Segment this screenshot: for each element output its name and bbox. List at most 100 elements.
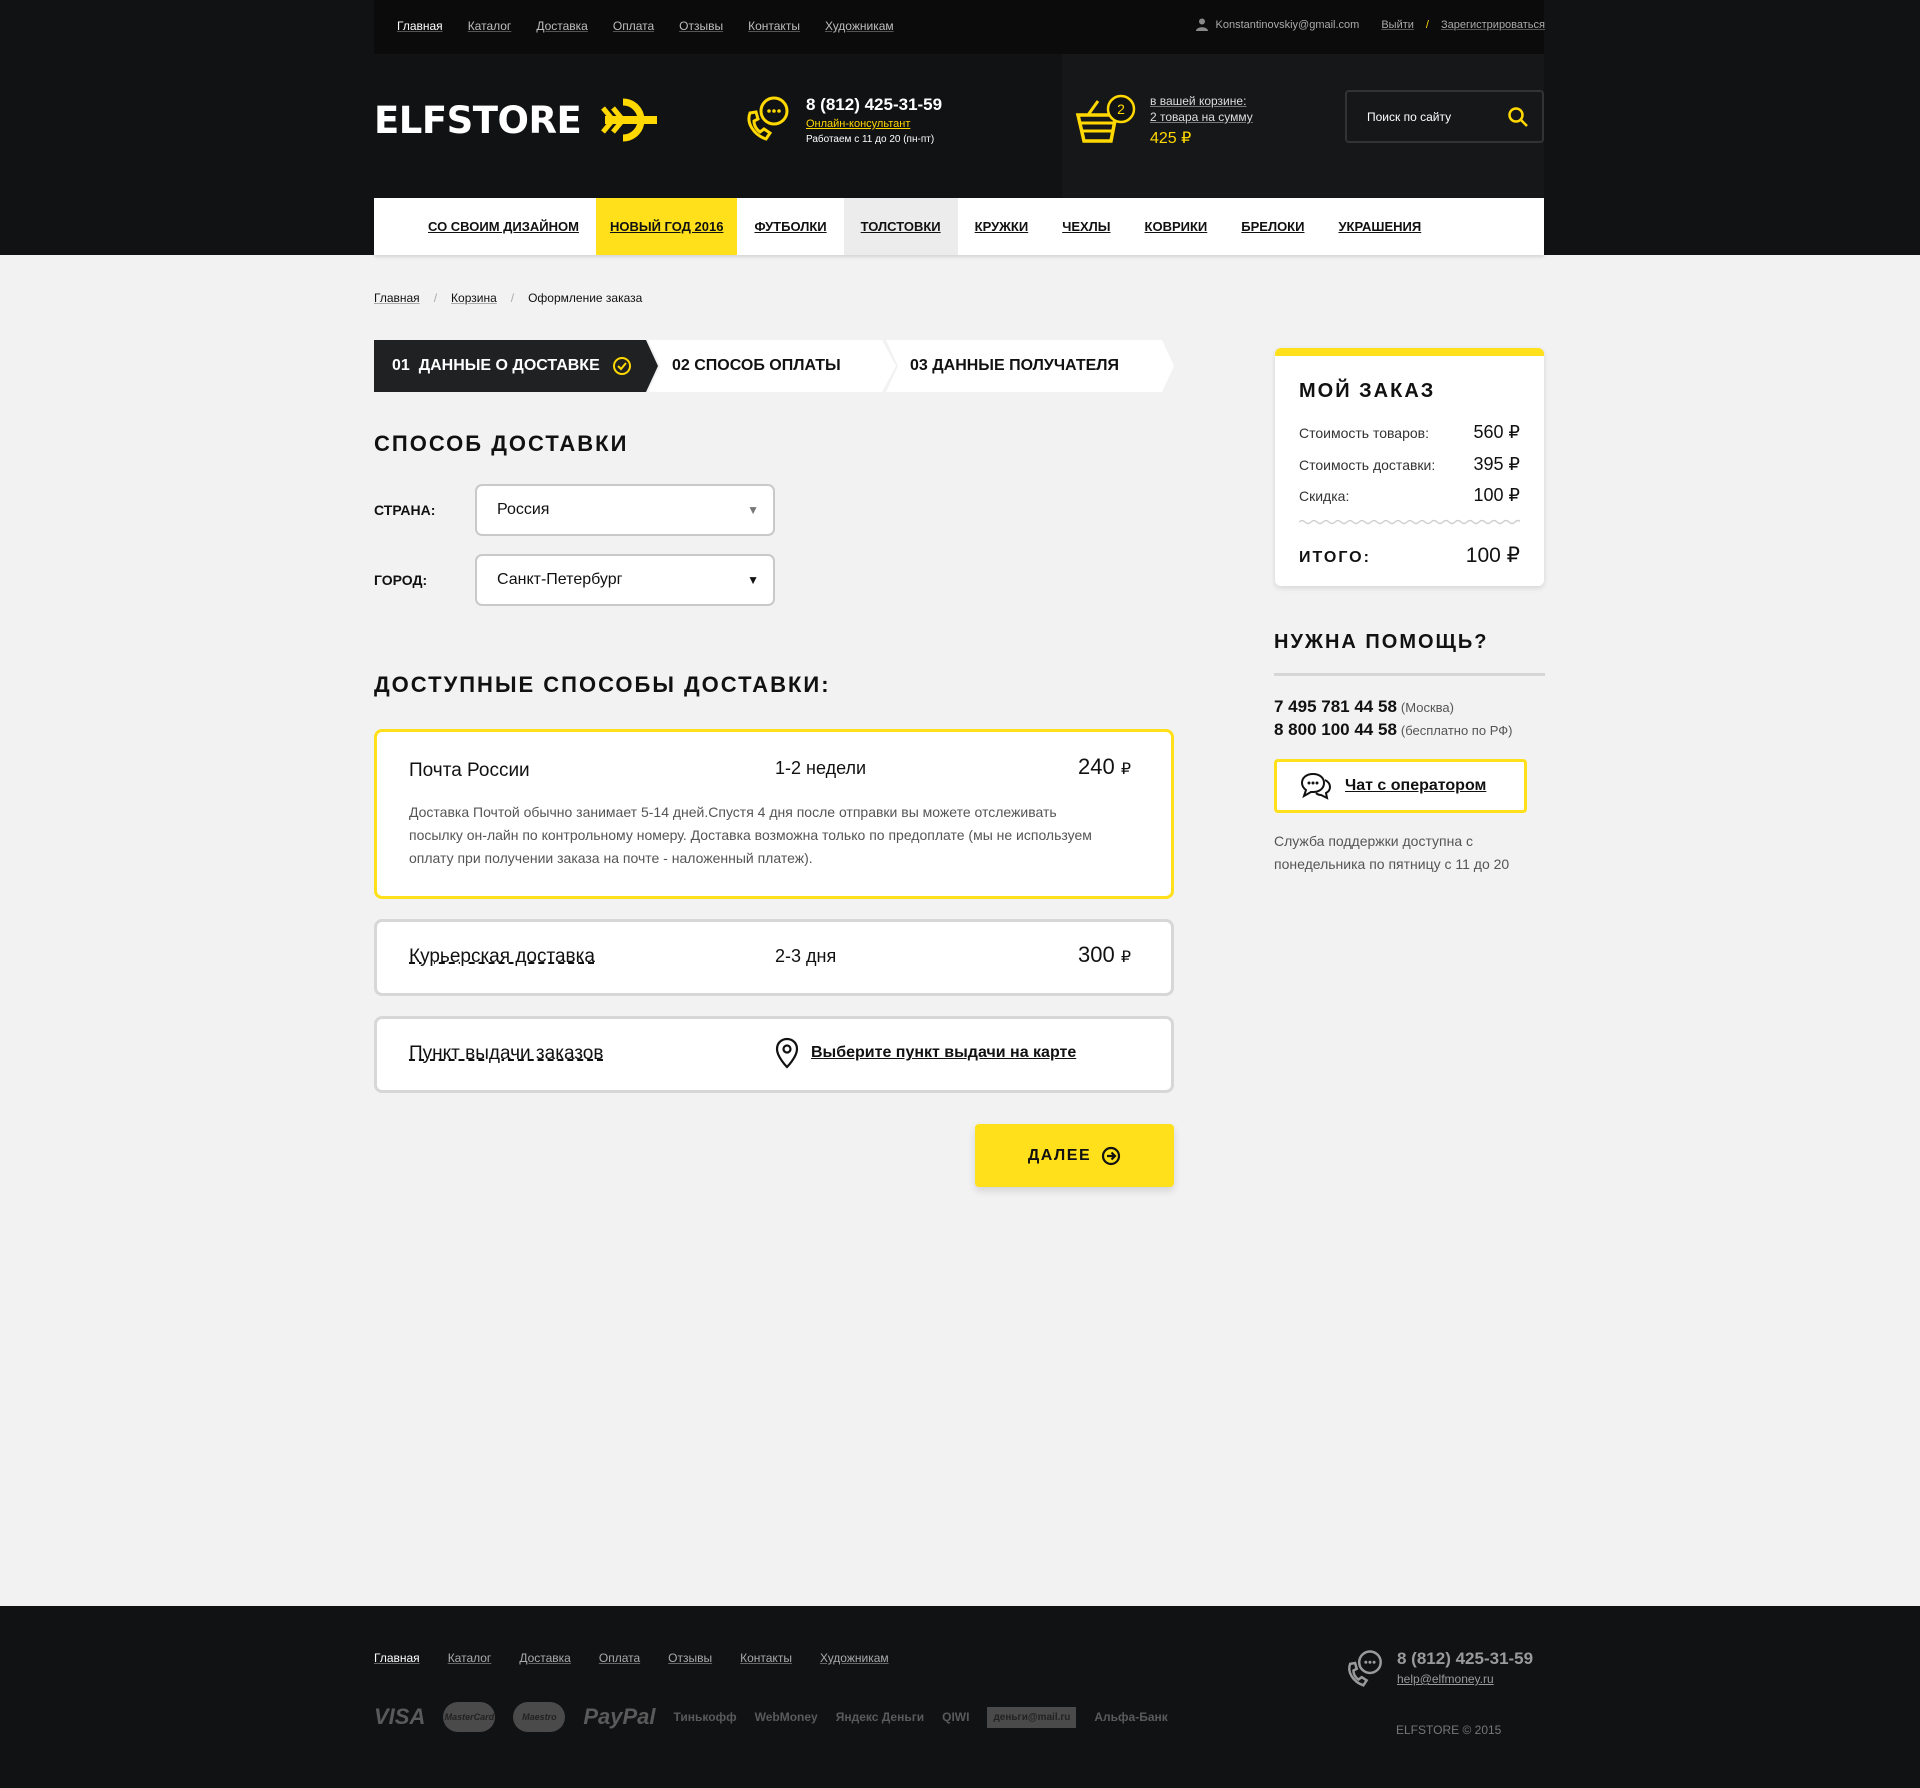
mastercard-logo: MasterCard (443, 1702, 496, 1732)
category-mugs[interactable]: КРУЖКИ (958, 198, 1046, 255)
breadcrumb-current: Оформление заказа (528, 291, 643, 305)
cart-sum: 425 ₽ (1150, 130, 1192, 147)
topnav-delivery[interactable]: Доставка (536, 19, 588, 33)
price-value: 300 (1077, 942, 1115, 967)
phone-note: (Москва) (1400, 700, 1454, 715)
city-value: Санкт-Петербург (497, 571, 623, 588)
city-label: ГОРОД: (374, 572, 428, 588)
header-cart[interactable]: 2 в вашей корзине: 2 товара на сумму 425… (1074, 93, 1253, 148)
city-select[interactable]: Санкт-Петербург ▼ (475, 554, 775, 606)
category-cases[interactable]: ЧЕХЛЫ (1045, 198, 1127, 255)
footer-nav-delivery[interactable]: Доставка (519, 1651, 571, 1665)
next-button[interactable]: ДАЛЕЕ (975, 1124, 1174, 1187)
order-row-delivery: Стоимость доставки: 395 ₽ (1299, 454, 1520, 475)
currency-sign: ₽ (1120, 949, 1131, 966)
category-hoodies[interactable]: ТОЛСТОВКИ (843, 198, 958, 255)
category-tshirts[interactable]: ФУТБОЛКИ (737, 198, 843, 255)
next-button-label: ДАЛЕЕ (1027, 1146, 1092, 1164)
topnav-payment[interactable]: Оплата (613, 19, 654, 33)
country-label: СТРАНА: (374, 502, 436, 518)
row-label: Стоимость товаров: (1299, 425, 1429, 441)
header-phone-number[interactable]: 8 (812) 425-31-59 (806, 95, 942, 115)
category-navigation: СО СВОИМ ДИЗАЙНОМ НОВЫЙ ГОД 2016 ФУТБОЛК… (374, 198, 1544, 255)
option-description: Доставка Почтой обычно занимает 5-14 дне… (409, 804, 1092, 866)
category-new-year[interactable]: НОВЫЙ ГОД 2016 (595, 198, 738, 255)
tinkoff-logo: Тинькофф (673, 1710, 737, 1724)
step-payment[interactable]: 02 СПОСОБ ОПЛАТЫ (648, 340, 896, 392)
account-bar: Konstantinovskiy@gmail.com Выйти / Зарег… (1195, 18, 1545, 31)
breadcrumb: Главная / Корзина / Оформление заказа (374, 291, 642, 305)
category-jewelry[interactable]: УКРАШЕНИЯ (1321, 198, 1438, 255)
topnav-reviews[interactable]: Отзывы (679, 19, 723, 33)
logo-arrow-icon (601, 98, 658, 142)
register-link[interactable]: Зарегистрироваться (1441, 19, 1545, 31)
cart-count: 2 (1117, 101, 1125, 117)
help-title: НУЖНА ПОМОЩЬ? (1274, 631, 1489, 653)
header-phone: 8 (812) 425-31-59 Онлайн-консультант Раб… (744, 95, 942, 145)
webmoney-logo: WebMoney (754, 1710, 818, 1724)
step-recipient[interactable]: 03 ДАННЫЕ ПОЛУЧАТЕЛЯ (886, 340, 1174, 392)
order-summary: МОЙ ЗАКАЗ Стоимость товаров: 560 ₽ Стоимо… (1275, 348, 1544, 586)
help-phone-moscow[interactable]: 7 495 781 44 58 (Москва) (1274, 697, 1454, 717)
category-own-design[interactable]: СО СВОИМ ДИЗАЙНОМ (374, 198, 596, 255)
country-value: Россия (497, 501, 550, 518)
row-value: 100 ₽ (1473, 485, 1521, 505)
site-logo[interactable]: ELFSTORE (374, 96, 661, 144)
footer-nav-payment[interactable]: Оплата (599, 1651, 640, 1665)
visa-logo: VISA (374, 1704, 426, 1729)
topnav-artists[interactable]: Художникам (825, 19, 894, 33)
option-name: Пункт выдачи заказов (409, 1043, 604, 1064)
footer-nav-artists[interactable]: Художникам (820, 1651, 889, 1665)
chat-operator-button[interactable]: Чат с оператором (1274, 759, 1527, 813)
pickup-map-link[interactable]: Выберите пункт выдачи на карте (775, 1037, 1076, 1069)
delivery-option-post[interactable]: Почта России 1-2 недели 240 ₽ Доставка П… (374, 729, 1174, 899)
search-icon[interactable] (1508, 106, 1528, 127)
help-divider (1274, 673, 1545, 676)
yandex-money-logo: Яндекс Деньги (835, 1710, 925, 1724)
mailru-money-logo: деньги@mail.ru (987, 1706, 1077, 1728)
topnav-home[interactable]: Главная (397, 19, 443, 33)
topnav-contacts[interactable]: Контакты (748, 19, 800, 33)
footer-contacts: 8 (812) 425-31-59 help@elfmoney.ru (1345, 1649, 1533, 1687)
working-hours: Работаем с 11 до 20 (пн-пт) (806, 134, 935, 145)
delivery-option-courier[interactable]: Курьерская доставка 2-3 дня 300 ₽ (374, 919, 1174, 996)
footer-nav-reviews[interactable]: Отзывы (668, 1651, 712, 1665)
paypal-logo: PayPal (583, 1704, 656, 1729)
breadcrumb-home[interactable]: Главная (374, 291, 420, 305)
price-value: 240 (1077, 754, 1115, 779)
footer-nav-home[interactable]: Главная (374, 1651, 420, 1665)
chat-bubbles-icon (1301, 772, 1331, 800)
user-email[interactable]: Konstantinovskiy@gmail.com (1216, 19, 1360, 31)
category-mousepads[interactable]: КОВРИКИ (1128, 198, 1225, 255)
breadcrumb-cart[interactable]: Корзина (451, 291, 497, 305)
row-label: Скидка: (1299, 488, 1350, 504)
breadcrumb-separator: / (433, 291, 438, 305)
pickup-map-label: Выберите пункт выдачи на карте (811, 1044, 1077, 1061)
topnav-catalog[interactable]: Каталог (468, 19, 512, 33)
footer-phone[interactable]: 8 (812) 425-31-59 (1397, 1649, 1533, 1669)
online-consultant-link[interactable]: Онлайн-консультант (806, 118, 942, 130)
check-circle-icon (612, 357, 631, 375)
row-label: Стоимость доставки: (1299, 457, 1436, 473)
category-keychains[interactable]: БРЕЛОКИ (1224, 198, 1321, 255)
option-price: 300 ₽ (1078, 942, 1131, 968)
search-input[interactable]: Поиск по сайту (1345, 90, 1544, 143)
footer-navigation: Главная Каталог Доставка Оплата Отзывы К… (374, 1651, 889, 1665)
total-value: 100 ₽ (1465, 544, 1520, 567)
row-value: 560 ₽ (1473, 422, 1521, 442)
help-phone-free[interactable]: 8 800 100 44 58 (бесплатно по РФ) (1274, 720, 1512, 740)
country-select[interactable]: Россия ▼ (475, 484, 775, 536)
wave-divider (1299, 519, 1520, 525)
map-pin-icon (775, 1037, 799, 1069)
delivery-option-pickup[interactable]: Пункт выдачи заказов Выберите пункт выда… (374, 1016, 1174, 1093)
logout-link[interactable]: Выйти (1381, 19, 1414, 31)
footer-nav-contacts[interactable]: Контакты (740, 1651, 792, 1665)
copyright: ELFSTORE © 2015 (1396, 1723, 1502, 1737)
phone-chat-icon (747, 96, 789, 141)
footer-email[interactable]: help@elfmoney.ru (1397, 1672, 1533, 1686)
chevron-down-icon: ▼ (747, 573, 759, 587)
qiwi-logo: QIWI (942, 1710, 970, 1724)
footer-nav-catalog[interactable]: Каталог (448, 1651, 492, 1665)
step-delivery[interactable]: 01 ДАННЫЕ О ДОСТАВКЕ (374, 340, 658, 392)
option-term: 2-3 дня (775, 946, 837, 966)
